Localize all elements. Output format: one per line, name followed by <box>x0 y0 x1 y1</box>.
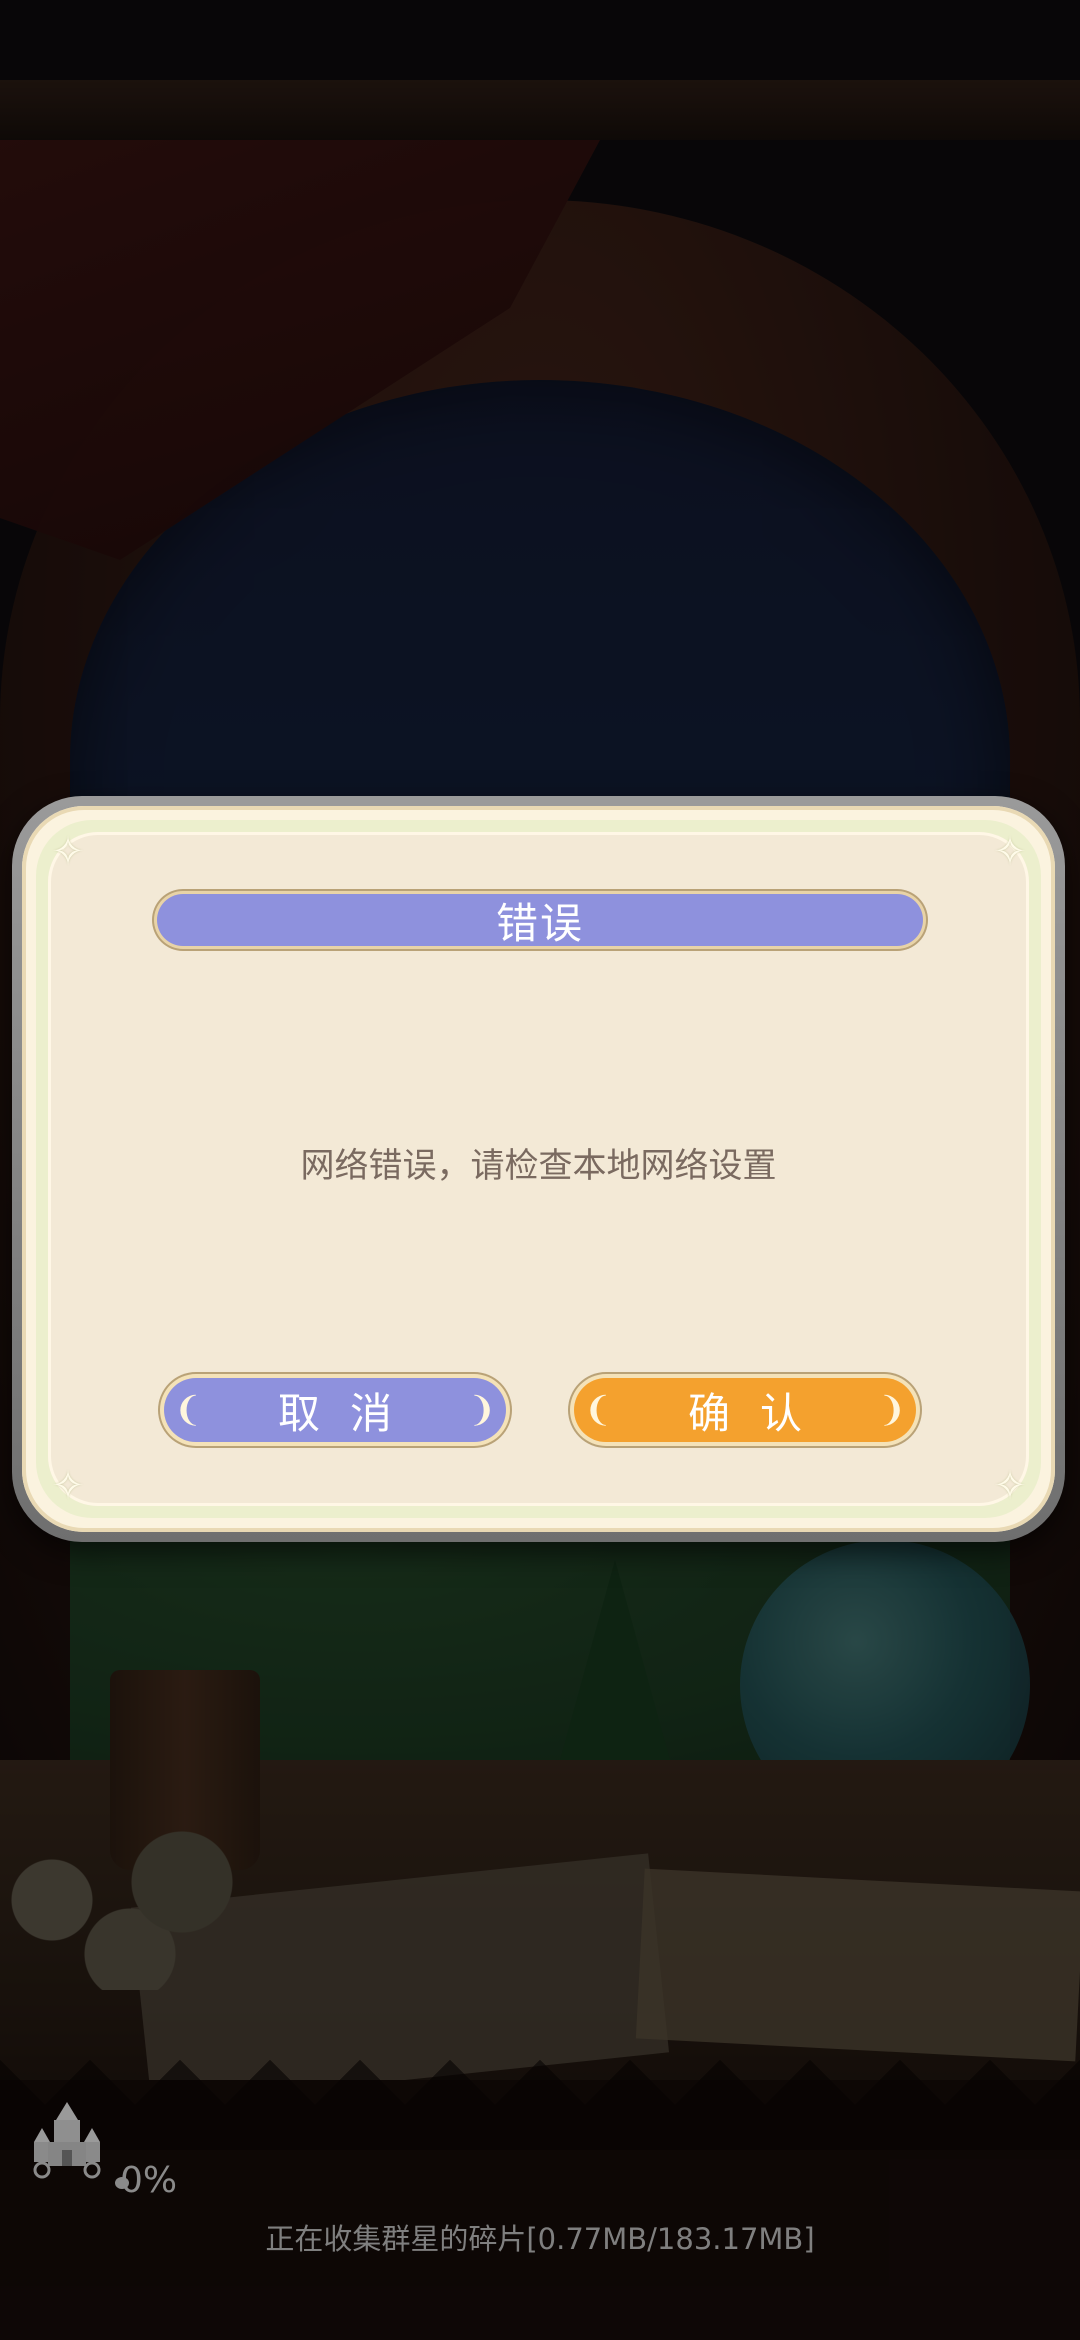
swirl-icon: ❨ <box>583 1390 613 1430</box>
confirm-button-label: 确认 <box>687 1388 832 1438</box>
swirl-icon: ❩ <box>467 1390 497 1430</box>
dialog-title: 错误 <box>495 898 584 948</box>
game-screen: ✧ ✧ ✧ ✧ 错误 网络错误，请检查本地网络设置 ❨ 取消 ❩ ❨ 确认 ❩ … <box>0 0 1080 2340</box>
corner-ornament-icon: ✧ <box>51 1463 85 1509</box>
corner-ornament-icon: ✧ <box>51 829 85 875</box>
loading-percent: 0% <box>120 2160 178 2201</box>
corner-ornament-icon: ✧ <box>993 829 1027 875</box>
confirm-button[interactable]: ❨ 确认 ❩ <box>574 1378 916 1442</box>
cancel-button[interactable]: ❨ 取消 ❩ <box>164 1378 506 1442</box>
dialog-title-bar: 错误 <box>157 894 923 948</box>
loading-status: 正在收集群星的碎片[0.77MB/183.17MB] <box>265 2222 815 2256</box>
castle-icon <box>33 2102 101 2179</box>
cancel-button-label: 取消 <box>277 1388 422 1438</box>
corner-ornament-icon: ✧ <box>993 1463 1027 1509</box>
dialog-message: 网络错误，请检查本地网络设置 <box>300 1146 777 1186</box>
swirl-icon: ❨ <box>173 1390 203 1430</box>
swirl-icon: ❩ <box>877 1390 907 1430</box>
